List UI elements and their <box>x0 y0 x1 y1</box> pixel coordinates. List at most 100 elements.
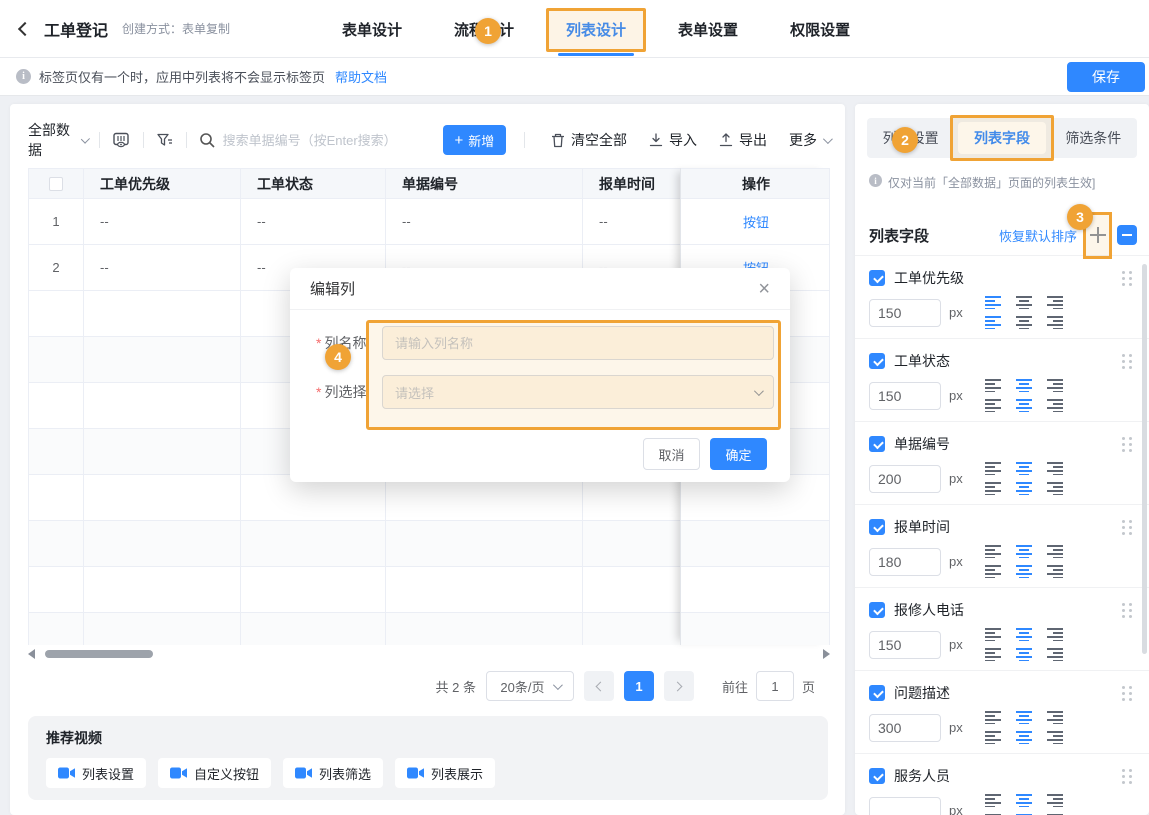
row-action-button[interactable]: 按钮 <box>743 212 769 231</box>
align-right-icon[interactable] <box>1047 296 1063 309</box>
align-left-icon[interactable] <box>985 731 1001 744</box>
align-center-icon[interactable] <box>1016 628 1032 641</box>
align-left-icon[interactable] <box>985 628 1001 641</box>
field-checkbox[interactable] <box>869 685 885 701</box>
field-checkbox[interactable] <box>869 436 885 452</box>
drag-handle-icon[interactable] <box>1121 519 1133 535</box>
drag-handle-icon[interactable] <box>1121 270 1133 286</box>
scroll-left-icon[interactable] <box>28 649 35 659</box>
align-right-icon[interactable] <box>1047 379 1063 392</box>
align-right-icon[interactable] <box>1047 399 1063 412</box>
video-button[interactable]: 列表筛选 <box>283 758 383 788</box>
align-left-icon[interactable] <box>985 316 1001 329</box>
field-checkbox[interactable] <box>869 768 885 784</box>
scrollbar-track[interactable] <box>41 649 817 659</box>
align-right-icon[interactable] <box>1047 545 1063 558</box>
search-input[interactable] <box>223 133 443 148</box>
drag-handle-icon[interactable] <box>1121 353 1133 369</box>
clear-all-button[interactable]: 清空全部 <box>551 130 627 150</box>
align-center-icon[interactable] <box>1016 379 1032 392</box>
remove-column-button[interactable] <box>1117 225 1137 245</box>
drag-handle-icon[interactable] <box>1121 602 1133 618</box>
dataset-selector[interactable]: 全部数据 <box>28 120 87 160</box>
align-left-icon[interactable] <box>985 399 1001 412</box>
align-center-icon[interactable] <box>1016 296 1032 309</box>
align-right-icon[interactable] <box>1047 628 1063 641</box>
reset-order-link[interactable]: 恢复默认排序 <box>999 226 1077 245</box>
next-page-button[interactable] <box>664 671 694 701</box>
header-tab[interactable]: 权限设置 <box>786 0 854 58</box>
video-button[interactable]: 列表设置 <box>46 758 146 788</box>
filter-icon[interactable] <box>155 129 173 151</box>
column-width-input[interactable] <box>869 714 941 742</box>
add-column-button[interactable] <box>1087 224 1109 246</box>
align-right-icon[interactable] <box>1047 462 1063 475</box>
video-button[interactable]: 自定义按钮 <box>158 758 271 788</box>
align-right-icon[interactable] <box>1047 794 1063 807</box>
close-icon[interactable]: × <box>758 279 770 299</box>
header-tab[interactable]: 列表设计 <box>562 0 630 58</box>
align-right-icon[interactable] <box>1047 565 1063 578</box>
field-checkbox[interactable] <box>869 602 885 618</box>
column-width-input[interactable] <box>869 797 941 815</box>
align-center-icon[interactable] <box>1016 316 1032 329</box>
video-button[interactable]: 列表展示 <box>395 758 495 788</box>
current-page[interactable]: 1 <box>624 671 654 701</box>
sidebar-tab[interactable]: 筛选条件 <box>1050 118 1137 158</box>
prev-page-button[interactable] <box>584 671 614 701</box>
column-select-dropdown[interactable]: 请选择 <box>382 375 774 409</box>
align-right-icon[interactable] <box>1047 482 1063 495</box>
drag-handle-icon[interactable] <box>1121 685 1133 701</box>
drag-handle-icon[interactable] <box>1121 436 1133 452</box>
confirm-button[interactable]: 确定 <box>710 438 767 470</box>
column-name-input[interactable] <box>382 326 774 360</box>
field-checkbox[interactable] <box>869 270 885 286</box>
export-button[interactable]: 导出 <box>719 130 767 150</box>
align-center-icon[interactable] <box>1016 462 1032 475</box>
sidebar-tab[interactable]: 列表字段 <box>958 122 1045 154</box>
column-width-input[interactable] <box>869 299 941 327</box>
align-center-icon[interactable] <box>1016 399 1032 412</box>
field-checkbox[interactable] <box>869 353 885 369</box>
align-center-icon[interactable] <box>1016 565 1032 578</box>
align-left-icon[interactable] <box>985 296 1001 309</box>
help-doc-link[interactable]: 帮助文档 <box>335 67 387 86</box>
align-left-icon[interactable] <box>985 482 1001 495</box>
display-settings-icon[interactable] <box>112 129 130 151</box>
column-width-input[interactable] <box>869 465 941 493</box>
column-width-input[interactable] <box>869 382 941 410</box>
field-checkbox[interactable] <box>869 519 885 535</box>
align-left-icon[interactable] <box>985 565 1001 578</box>
scrollbar-thumb[interactable] <box>45 650 153 658</box>
align-left-icon[interactable] <box>985 462 1001 475</box>
drag-handle-icon[interactable] <box>1121 768 1133 784</box>
align-right-icon[interactable] <box>1047 711 1063 724</box>
header-tab[interactable]: 表单设置 <box>674 0 742 58</box>
align-center-icon[interactable] <box>1016 482 1032 495</box>
column-width-input[interactable] <box>869 631 941 659</box>
align-left-icon[interactable] <box>985 711 1001 724</box>
scroll-right-icon[interactable] <box>823 649 830 659</box>
align-center-icon[interactable] <box>1016 648 1032 661</box>
goto-page-input[interactable] <box>756 671 794 701</box>
align-right-icon[interactable] <box>1047 648 1063 661</box>
save-button[interactable]: 保存 <box>1067 62 1145 92</box>
cancel-button[interactable]: 取消 <box>643 438 700 470</box>
align-center-icon[interactable] <box>1016 545 1032 558</box>
align-left-icon[interactable] <box>985 794 1001 807</box>
align-center-icon[interactable] <box>1016 794 1032 807</box>
add-button[interactable]: + 新增 <box>443 125 507 155</box>
align-left-icon[interactable] <box>985 379 1001 392</box>
column-width-input[interactable] <box>869 548 941 576</box>
align-right-icon[interactable] <box>1047 316 1063 329</box>
align-center-icon[interactable] <box>1016 731 1032 744</box>
more-button[interactable]: 更多 <box>789 130 830 150</box>
align-left-icon[interactable] <box>985 545 1001 558</box>
back-icon[interactable] <box>18 21 32 35</box>
align-left-icon[interactable] <box>985 648 1001 661</box>
page-size-select[interactable]: 20条/页 <box>486 671 574 701</box>
header-tab[interactable]: 表单设计 <box>338 0 406 58</box>
align-right-icon[interactable] <box>1047 731 1063 744</box>
import-button[interactable]: 导入 <box>649 130 697 150</box>
vertical-scrollbar-thumb[interactable] <box>1142 264 1147 654</box>
